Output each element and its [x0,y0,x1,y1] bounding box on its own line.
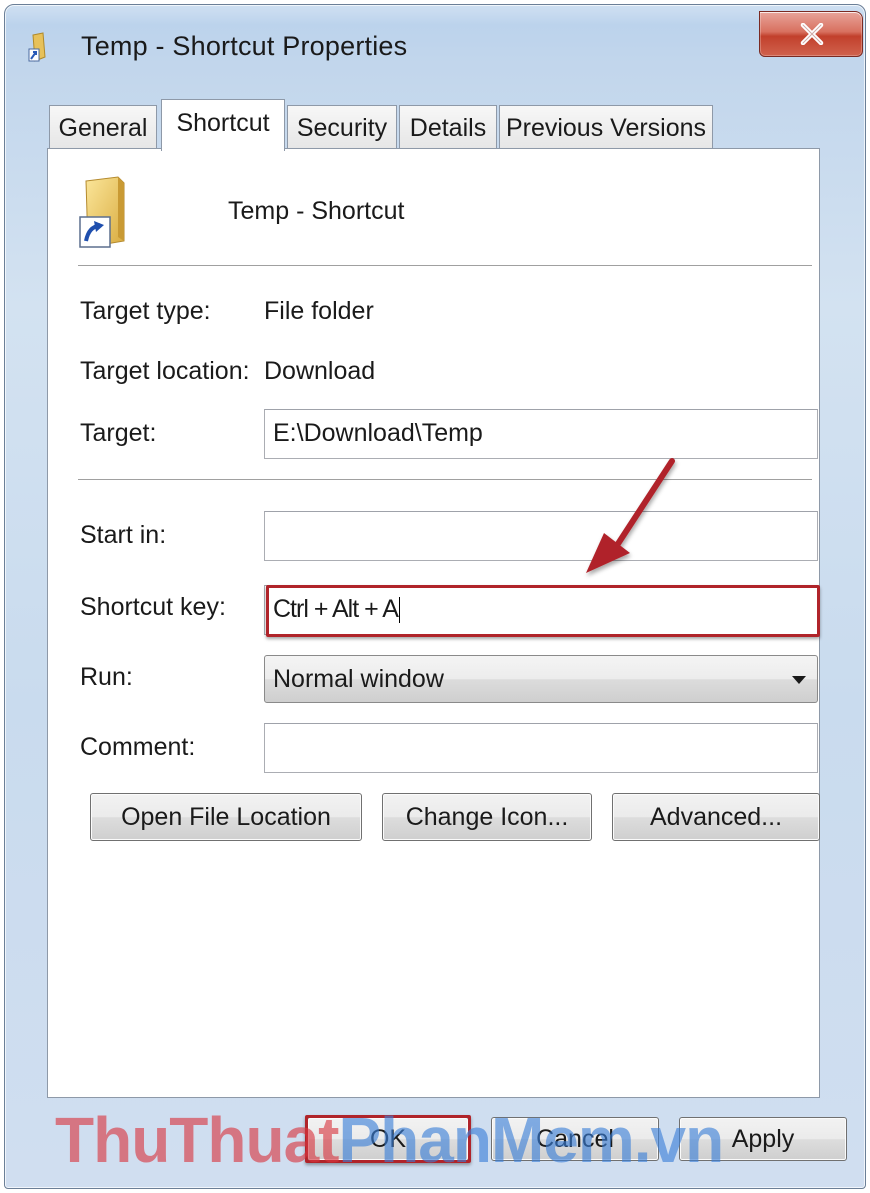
tab-details[interactable]: Details [399,105,497,149]
tab-previous-versions[interactable]: Previous Versions [499,105,713,149]
target-location-value: Download [264,357,376,385]
watermark-part-2: PhanMem [338,1104,634,1176]
watermark-part-1: ThuThuat [55,1104,339,1176]
separator-top [78,265,812,267]
target-type-value: File folder [264,297,374,325]
start-in-input[interactable] [264,511,818,561]
shortcut-tab-panel: Temp - Shortcut Target type: File folder… [47,148,820,1098]
target-input[interactable]: E:\Download\Temp [264,409,818,459]
annotation-arrow-icon [586,458,675,573]
tab-security[interactable]: Security [287,105,397,149]
change-icon-button[interactable]: Change Icon... [382,793,592,841]
comment-input[interactable] [264,723,818,773]
chevron-down-icon [792,676,806,684]
open-file-location-button[interactable]: Open File Location [90,793,362,841]
advanced-button[interactable]: Advanced... [612,793,820,841]
run-label: Run: [80,663,133,691]
close-icon [800,23,824,45]
target-location-label: Target location: [80,357,250,385]
shortcut-key-label: Shortcut key: [80,593,226,621]
shortcut-key-highlight [266,585,820,637]
watermark-text: ThuThuatPhanMem.vn [55,1103,724,1177]
tab-general[interactable]: General [49,105,157,149]
run-select[interactable]: Normal window [264,655,818,703]
target-type-label: Target type: [80,297,211,325]
comment-label: Comment: [80,733,196,761]
shortcut-title-icon [28,32,46,62]
window-title: Temp - Shortcut Properties [81,31,408,61]
tab-shortcut[interactable]: Shortcut [161,99,285,151]
run-select-value: Normal window [273,665,444,693]
watermark-part-3: .vn [633,1104,724,1176]
shortcut-name: Temp - Shortcut [228,197,405,225]
start-in-label: Start in: [80,521,167,549]
folder-shortcut-icon [79,176,125,248]
properties-window: Temp - Shortcut Properties General Short… [4,4,866,1189]
close-button[interactable] [759,11,863,57]
target-label: Target: [80,419,157,447]
